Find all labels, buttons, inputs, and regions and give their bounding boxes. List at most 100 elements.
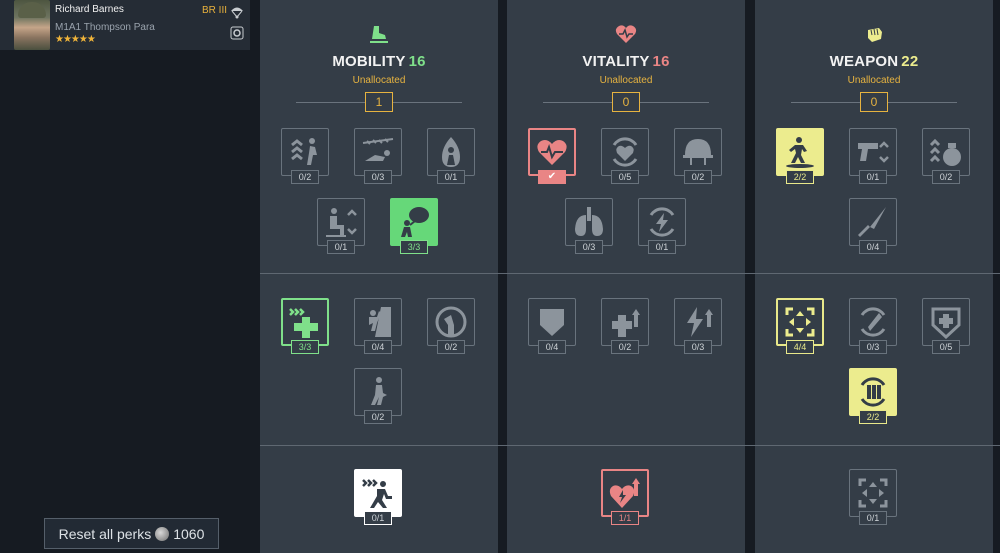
weapon-points: 22 xyxy=(901,53,919,70)
perk-level: 0/2 xyxy=(611,340,639,354)
soldier-name: Richard Barnes xyxy=(55,4,124,15)
perk-vitality-5[interactable]: 0/1 xyxy=(638,198,686,254)
perk-weapon-3[interactable]: 0/2 xyxy=(922,128,970,184)
crawl-wire-icon xyxy=(362,138,394,161)
perk-mobility-8[interactable]: 0/2 xyxy=(427,298,475,354)
parachute-jump-icon xyxy=(401,207,429,237)
weapon-title: WEAPON 22 xyxy=(829,53,919,70)
heart-regen-icon xyxy=(612,137,638,167)
helmet-icon xyxy=(683,139,713,165)
perk-level: 0/1 xyxy=(859,170,887,184)
perk-level: 0/1 xyxy=(364,511,392,525)
surfing-soldier-icon xyxy=(786,137,814,168)
perk-weapon-4[interactable]: 0/4 xyxy=(849,198,897,254)
perk-level: 0/1 xyxy=(648,240,676,254)
perk-weapon-8[interactable]: 2/2 xyxy=(849,368,897,424)
fast-heal-icon xyxy=(289,308,318,338)
mobility-unallocated-label: Unallocated xyxy=(352,75,406,86)
perk-mobility-6[interactable]: 3/3 xyxy=(281,298,329,354)
perk-weapon-6[interactable]: 0/3 xyxy=(849,298,897,354)
knife-icon xyxy=(858,207,886,237)
soldier-weapon: M1A1 Thompson Para xyxy=(55,22,155,33)
vitality-title: VITALITY 16 xyxy=(582,53,670,70)
perk-level: 1/1 xyxy=(611,511,639,525)
reset-label: Reset all perks xyxy=(58,525,152,542)
tier-divider-1 xyxy=(260,273,1000,274)
perk-mobility-1[interactable]: 0/2 xyxy=(281,128,329,184)
battle-rating: BR III xyxy=(202,5,228,16)
perk-vitality-2[interactable]: 0/5 xyxy=(601,128,649,184)
heart-icon xyxy=(537,140,567,165)
perk-vitality-4[interactable]: 0/3 xyxy=(565,198,613,254)
mobility-points: 16 xyxy=(408,53,426,70)
perk-level: 0/4 xyxy=(859,240,887,254)
perk-weapon-2[interactable]: 0/1 xyxy=(849,128,897,184)
lungs-icon xyxy=(575,207,603,236)
perk-weapon-1[interactable]: 2/2 xyxy=(776,128,824,184)
boot-icon xyxy=(370,26,388,43)
perk-level: 0/3 xyxy=(364,170,392,184)
perk-level: 3/3 xyxy=(291,340,319,354)
perk-weapon-5[interactable]: 4/4 xyxy=(776,298,824,354)
perk-level: 4/4 xyxy=(786,340,814,354)
perk-vitality-3[interactable]: 0/2 xyxy=(674,128,722,184)
fist-icon xyxy=(868,28,882,42)
perk-level: 0/4 xyxy=(538,340,566,354)
perk-level: 0/1 xyxy=(327,240,355,254)
perk-mobility-3[interactable]: 0/1 xyxy=(427,128,475,184)
soldier-avatar xyxy=(14,0,50,50)
fire-resist-icon xyxy=(442,137,460,167)
mobility-title: MOBILITY 16 xyxy=(332,53,426,70)
coin-icon xyxy=(155,526,170,541)
perk-level: 0/2 xyxy=(684,170,712,184)
pistol-swap-icon xyxy=(858,141,889,163)
perk-level: 0/3 xyxy=(575,240,603,254)
medal-icon xyxy=(230,26,244,40)
sprint-up-icon xyxy=(291,138,317,165)
parachute-icon xyxy=(231,7,243,19)
perk-weapon-7[interactable]: 0/5 xyxy=(922,298,970,354)
perk-level: 0/2 xyxy=(437,340,465,354)
endurance-icon xyxy=(435,306,467,338)
weapon-unallocated-label: Unallocated xyxy=(847,75,901,86)
perk-mobility-7[interactable]: 0/4 xyxy=(354,298,402,354)
climb-icon xyxy=(369,307,391,337)
mobility-unallocated-count: 1 xyxy=(365,92,393,112)
reset-cost: 1060 xyxy=(173,525,205,542)
reload-speed-icon xyxy=(860,307,886,337)
aim-focus-locked-icon xyxy=(858,478,888,508)
perk-mobility-2[interactable]: 0/3 xyxy=(354,128,402,184)
perk-mobility-5[interactable]: 3/3 xyxy=(390,198,438,254)
perk-level: 2/2 xyxy=(786,170,814,184)
stamina-up-icon xyxy=(687,307,713,337)
perk-vitality-6[interactable]: 0/4 xyxy=(528,298,576,354)
perk-mobility-10[interactable]: 0/1 xyxy=(354,469,402,525)
perk-level: 3/3 xyxy=(400,240,428,254)
reset-perks-button[interactable]: Reset all perks 1060 xyxy=(44,518,219,549)
vitality-unallocated-count: 0 xyxy=(612,92,640,112)
perk-level: 0/2 xyxy=(291,170,319,184)
perk-level: 0/2 xyxy=(932,170,960,184)
medic-shield-icon xyxy=(931,307,961,339)
perk-weapon-9[interactable]: 0/1 xyxy=(849,469,897,525)
grenade-up-icon xyxy=(929,138,961,166)
perk-level: 0/1 xyxy=(859,511,887,525)
weapon-unallocated-count: 0 xyxy=(860,92,888,112)
perk-vitality-9[interactable]: 1/1 xyxy=(601,469,649,525)
perk-level: 0/1 xyxy=(437,170,465,184)
heart-boost-icon xyxy=(609,478,640,508)
perk-mobility-4[interactable]: 0/1 xyxy=(317,198,365,254)
perk-vitality-8[interactable]: 0/3 xyxy=(674,298,722,354)
perk-level: 2/2 xyxy=(859,410,887,424)
heart-icon xyxy=(615,25,637,43)
crouch-speed-icon xyxy=(326,208,357,237)
vitality-unallocated-label: Unallocated xyxy=(599,75,653,86)
soldier-stars: ★★★★★ xyxy=(55,34,96,45)
perk-vitality-7[interactable]: 0/2 xyxy=(601,298,649,354)
perk-level: 0/5 xyxy=(611,170,639,184)
vitality-points: 16 xyxy=(652,53,670,70)
perk-mobility-9[interactable]: 0/2 xyxy=(354,368,402,424)
stamina-regen-icon xyxy=(649,207,675,237)
perk-vitality-1[interactable]: ✔ xyxy=(528,128,576,184)
soldier-card[interactable]: Richard Barnes M1A1 Thompson Para ★★★★★ … xyxy=(0,0,250,50)
